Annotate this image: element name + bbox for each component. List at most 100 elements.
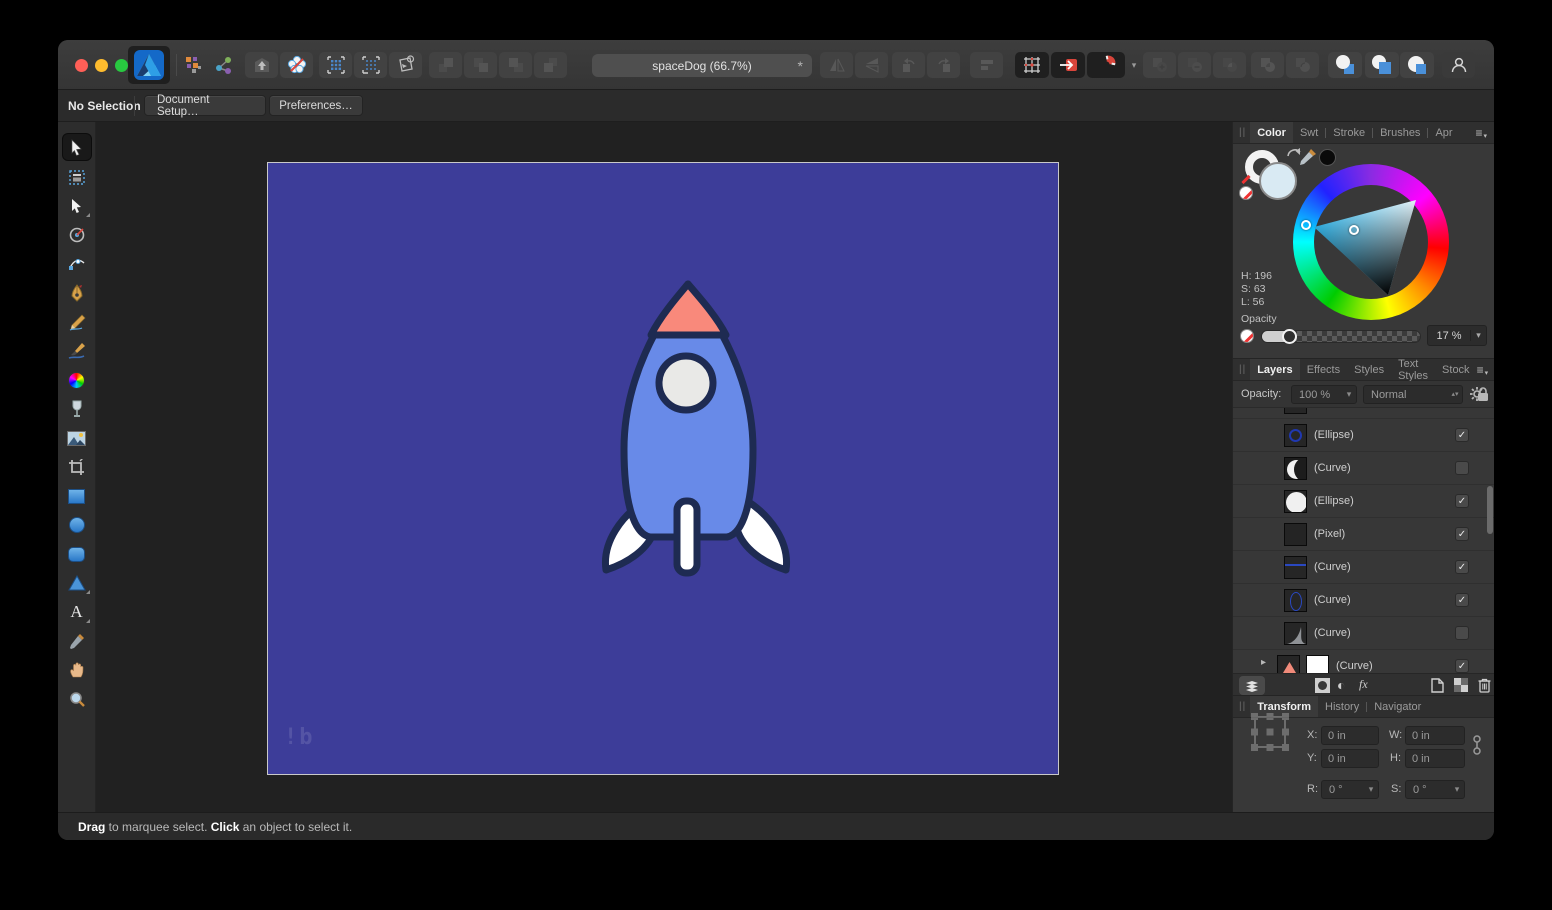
move-backward-button[interactable] [499,52,532,78]
new-layer-icon[interactable] [1431,678,1444,693]
opacity-slider[interactable] [1261,330,1421,343]
boolean-intersect-button[interactable] [1213,52,1246,78]
boolean-divide-button[interactable] [1286,52,1319,78]
layer-row[interactable]: (Pixel) ✓ [1233,518,1494,551]
triangle-tool[interactable] [63,571,91,595]
tab-brushes[interactable]: Brushes [1373,122,1427,143]
export-persona-button[interactable] [245,52,278,78]
layer-visibility-checkbox[interactable]: ✓ [1455,626,1469,640]
minimize-window-button[interactable] [95,59,108,72]
boolean-subtract-button[interactable] [1178,52,1211,78]
layers-opacity-dropdown[interactable]: 100 % ▾ [1291,385,1357,404]
y-field[interactable] [1321,749,1379,768]
color-picker-tool[interactable] [63,629,91,653]
close-window-button[interactable] [75,59,88,72]
insert-inside-button[interactable] [1400,52,1434,78]
x-field[interactable] [1321,726,1379,745]
flip-horizontal-button[interactable] [820,52,853,78]
w-field[interactable] [1405,726,1465,745]
tab-text-styles[interactable]: Text Styles [1391,359,1435,380]
layer-visibility-checkbox[interactable]: ✓ [1455,461,1469,475]
layers-stack-button[interactable] [1239,676,1265,695]
document-setup-button[interactable]: Document Setup… [144,95,266,116]
hue-marker[interactable] [1301,220,1311,230]
mask-layer-icon[interactable] [1315,678,1330,693]
document-title[interactable]: spaceDog (66.7%) * [592,54,812,77]
rotation-dropdown[interactable]: 0 ° ▾ [1321,780,1379,799]
opacity-value-dropdown[interactable]: 17 % ▾ [1427,325,1487,346]
fill-tool[interactable] [63,368,91,392]
tab-history[interactable]: History [1318,696,1366,717]
view-tool[interactable] [63,658,91,682]
tab-color[interactable]: Color [1250,122,1293,143]
pixel-grid-button[interactable] [354,52,387,78]
link-dimensions-icon[interactable] [1473,734,1481,756]
tab-appearance[interactable]: Apr [1428,122,1459,143]
layer-row-partial[interactable] [1233,408,1494,419]
tab-swatches[interactable]: Swt [1293,122,1325,143]
color-triangle[interactable] [1293,164,1449,320]
alignment-button[interactable] [970,52,1003,78]
snapping-grid-button[interactable] [1015,52,1049,78]
insert-behind-button[interactable] [1328,52,1362,78]
opacity-slider-knob[interactable] [1282,329,1297,344]
fill-swatch[interactable] [1259,162,1297,200]
delete-layer-icon[interactable] [1478,677,1491,693]
layer-visibility-checkbox[interactable]: ✓ [1455,659,1469,673]
layer-row-nested[interactable]: ▸ (Curve) ✓ [1233,650,1494,673]
snapping-options-dropdown[interactable]: ▾ [1126,52,1142,78]
layer-visibility-checkbox[interactable]: ✓ [1455,494,1469,508]
pencil-tool[interactable] [63,310,91,334]
layers-scrollbar[interactable] [1487,486,1493,534]
pixel-persona-button[interactable] [280,52,313,78]
zoom-window-button[interactable] [115,59,128,72]
insert-on-top-button[interactable] [1365,52,1399,78]
rocket-illustration[interactable] [591,271,801,591]
transparency-tool[interactable] [63,397,91,421]
shear-dropdown[interactable]: 0 ° ▾ [1405,780,1465,799]
rounded-rectangle-tool[interactable] [63,542,91,566]
boolean-add-button[interactable] [1143,52,1176,78]
boolean-xor-button[interactable] [1251,52,1284,78]
ellipse-tool[interactable] [63,513,91,537]
tab-stock[interactable]: Stock [1435,359,1477,380]
place-image-tool[interactable] [63,426,91,450]
move-to-front-button[interactable] [429,52,462,78]
no-color-swatch[interactable] [1239,186,1253,200]
node-tool[interactable] [63,194,91,218]
tab-stroke[interactable]: Stroke [1326,122,1372,143]
point-transform-tool[interactable] [63,223,91,247]
tab-styles[interactable]: Styles [1347,359,1391,380]
color-panel-menu-button[interactable]: ≡▾ [1475,122,1494,143]
canvas-viewport[interactable]: !b [96,122,1232,812]
tab-navigator[interactable]: Navigator [1367,696,1428,717]
layer-row[interactable]: (Curve) ✓ [1233,617,1494,650]
artboard[interactable]: !b [267,162,1059,775]
layer-visibility-checkbox[interactable]: ✓ [1455,593,1469,607]
pen-tool[interactable] [63,281,91,305]
layer-row[interactable]: (Curve) ✓ [1233,452,1494,485]
crop-tool[interactable] [63,455,91,479]
text-tool[interactable]: A [63,600,91,624]
layer-effects-icon[interactable]: fx [1359,677,1368,692]
lock-icon[interactable] [1477,386,1489,402]
move-by-whole-pixels-button[interactable] [1051,52,1085,78]
expand-arrow-icon[interactable]: ▸ [1261,657,1266,668]
move-forward-button[interactable] [464,52,497,78]
new-pixel-layer-icon[interactable] [1454,678,1468,692]
adjustment-layer-icon[interactable]: ◐ [1337,677,1345,693]
preferences-button[interactable]: Preferences… [269,95,363,116]
tab-layers[interactable]: Layers [1250,359,1299,380]
blend-mode-dropdown[interactable]: Normal ▴▾ [1363,385,1463,404]
show-grid-button[interactable] [319,52,352,78]
rectangle-tool[interactable] [63,484,91,508]
vector-brush-tool[interactable] [63,339,91,363]
saturation-lightness-marker[interactable] [1349,225,1359,235]
rotate-ccw-button[interactable] [892,52,925,78]
panel-grip[interactable]: || [1233,122,1250,143]
layer-row[interactable]: (Ellipse) ✓ [1233,419,1494,452]
flip-vertical-button[interactable] [855,52,888,78]
move-tool[interactable] [63,134,91,160]
panel-grip[interactable]: || [1233,696,1250,717]
rotate-cw-button[interactable] [927,52,960,78]
